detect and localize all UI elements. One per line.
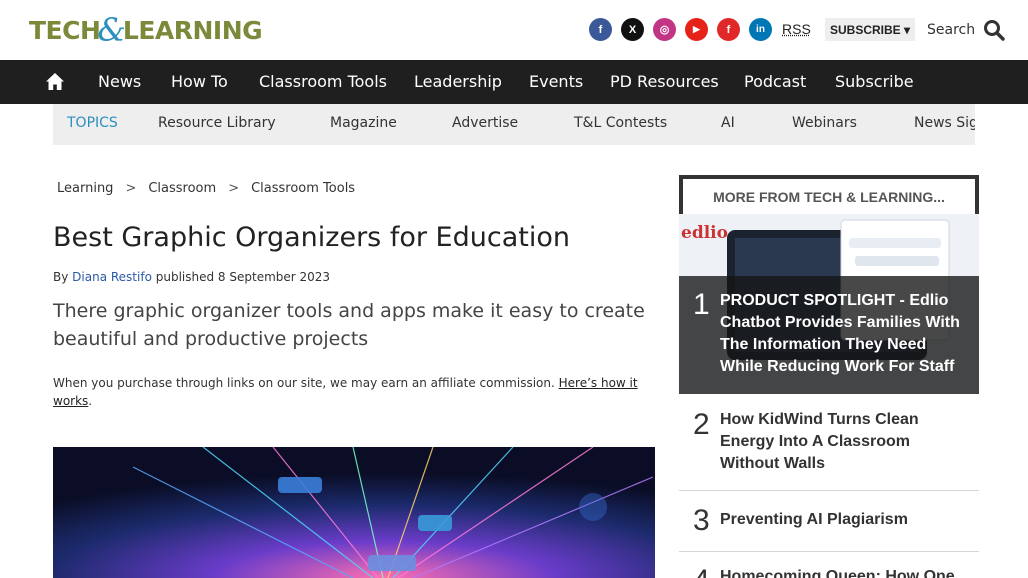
topic-resource-library[interactable]: Resource Library (158, 115, 276, 131)
sidebar-heading: MORE FROM TECH & LEARNING... (679, 175, 979, 214)
rank-3: 3 (693, 504, 710, 537)
byline-prefix: By (53, 270, 69, 284)
affiliate-text: When you purchase through links on our s… (53, 376, 555, 390)
subscribe-dropdown[interactable]: SUBSCRIBE ▾ (825, 18, 916, 41)
nav-item-events[interactable]: Events (529, 72, 583, 91)
sidebar-more-from: MORE FROM TECH & LEARNING... edlio 1 PRO… (679, 175, 979, 578)
rank-1: 1 (693, 288, 710, 321)
hero-image (53, 447, 655, 578)
site-header: TECH & LEARNING f X ◎ ▶ f in RSS SUBSCRI… (0, 0, 1028, 60)
topic-ai[interactable]: AI (721, 115, 735, 131)
nav-item-how-to[interactable]: How To (171, 72, 228, 91)
main-navigation: News How To Classroom Tools Leadership E… (0, 60, 1028, 104)
nav-item-pd-resources[interactable]: PD Resources (610, 72, 719, 91)
rank-2: 2 (693, 408, 710, 441)
breadcrumb-item-classroom-tools[interactable]: Classroom Tools (251, 181, 355, 196)
flipboard-icon[interactable]: f (717, 18, 740, 41)
nav-item-leadership[interactable]: Leadership (414, 72, 502, 91)
topic-magazine[interactable]: Magazine (330, 115, 397, 131)
logo-text-learning: LEARNING (122, 15, 263, 45)
topics-bar: TOPICS Resource Library Magazine Adverti… (53, 104, 975, 145)
nav-item-subscribe[interactable]: Subscribe (835, 72, 914, 91)
author-link[interactable]: Diana Restifo (72, 270, 152, 284)
nav-item-news[interactable]: News (98, 72, 141, 91)
search-button[interactable]: Search (927, 19, 1005, 41)
sidebar-item-title-1[interactable]: PRODUCT SPOTLIGHT - Edlio Chatbot Provid… (720, 290, 968, 378)
sidebar-divider (679, 551, 979, 552)
breadcrumb-item-learning[interactable]: Learning (57, 181, 113, 196)
publish-date: published 8 September 2023 (155, 270, 331, 284)
sidebar-item-title-2[interactable]: How KidWind Turns Clean Energy Into A Cl… (720, 409, 950, 475)
logo-text-tech: TECH (29, 15, 101, 45)
topic-advertise[interactable]: Advertise (452, 115, 518, 131)
home-icon[interactable] (45, 72, 65, 91)
rank-4: 4 (693, 564, 710, 578)
breadcrumb-separator: > (125, 181, 137, 196)
hero-illustration (53, 447, 655, 578)
topic-news-signup[interactable]: News Sig (914, 115, 975, 131)
affiliate-disclosure: When you purchase through links on our s… (53, 374, 653, 410)
linkedin-icon[interactable]: in (749, 18, 772, 41)
social-links: f X ◎ ▶ f in (589, 18, 772, 41)
logo-ampersand: & (97, 11, 126, 49)
article-standfirst: There graphic organizer tools and apps m… (53, 300, 645, 350)
sidebar-feature-card[interactable]: edlio 1 PRODUCT SPOTLIGHT - Edlio Chatbo… (679, 214, 979, 394)
nav-item-podcast[interactable]: Podcast (744, 72, 806, 91)
instagram-icon[interactable]: ◎ (653, 18, 676, 41)
breadcrumb-item-classroom[interactable]: Classroom (148, 181, 216, 196)
nav-item-classroom-tools[interactable]: Classroom Tools (259, 72, 387, 91)
youtube-icon[interactable]: ▶ (685, 18, 708, 41)
breadcrumb-separator: > (228, 181, 240, 196)
search-label: Search (927, 22, 976, 38)
search-icon (984, 20, 1005, 41)
breadcrumb: Learning > Classroom > Classroom Tools (57, 181, 355, 196)
topics-label: TOPICS (67, 115, 118, 131)
sidebar-item-title-3[interactable]: Preventing AI Plagiarism (720, 509, 970, 531)
affiliate-end: . (88, 394, 93, 408)
sidebar-divider (679, 490, 979, 491)
byline: By Diana Restifo published 8 September 2… (53, 270, 330, 284)
x-twitter-icon[interactable]: X (621, 18, 644, 41)
topic-tl-contests[interactable]: T&L Contests (574, 115, 667, 131)
topic-webinars[interactable]: Webinars (792, 115, 857, 131)
edlio-brand: edlio (681, 223, 728, 243)
rss-link[interactable]: RSS (782, 21, 811, 37)
site-logo[interactable]: TECH & LEARNING (29, 11, 263, 49)
facebook-icon[interactable]: f (589, 18, 612, 41)
article-title: Best Graphic Organizers for Education (53, 222, 570, 253)
sidebar-item-title-4[interactable]: Homecoming Queen: How One (720, 566, 970, 578)
